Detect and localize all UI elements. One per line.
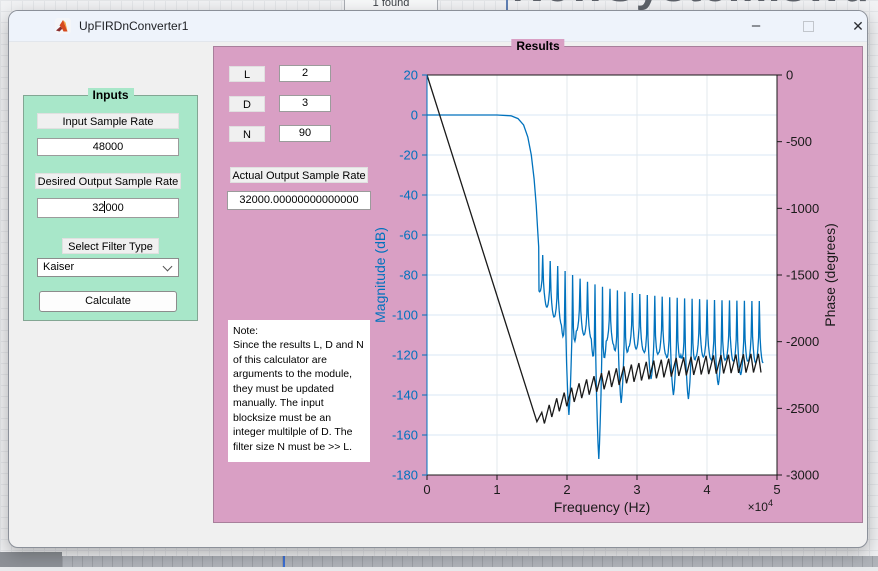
matlab-icon <box>55 18 71 34</box>
canvas-title-text: NewSystem.swd <box>512 0 870 10</box>
dosr-text-before-caret: 32 <box>92 202 104 214</box>
y-left-tick-label: -40 <box>399 188 418 203</box>
close-button[interactable]: ✕ <box>841 14 875 38</box>
title-bar[interactable]: UpFIRDnConverter1 – ✕ <box>9 11 867 42</box>
canvas-top-strip: 1 found NewSystem.swd <box>0 0 878 10</box>
y-left-tick-label: -140 <box>392 388 418 403</box>
canvas-bottom-strip <box>0 567 878 571</box>
input-sample-rate-field[interactable]: 48000 <box>37 138 179 156</box>
actual-output-sample-rate-field[interactable]: 32000.00000000000000 <box>227 191 371 210</box>
y-right-tick-label: 0 <box>786 68 793 83</box>
filter-type-dropdown[interactable]: Kaiser <box>37 258 179 277</box>
result-field-D[interactable]: 3 <box>279 95 331 112</box>
canvas-caret <box>506 0 508 10</box>
y-left-tick-label: -100 <box>392 308 418 323</box>
desired-output-sample-rate-label: Desired Output Sample Rate <box>35 173 181 189</box>
y-right-tick-label: -3000 <box>786 468 819 483</box>
y-left-tick-label: 20 <box>404 68 418 83</box>
canvas-bottom-block <box>0 552 62 568</box>
y-right-tick-label: -1000 <box>786 201 819 216</box>
y-left-tick-label: -120 <box>392 348 418 363</box>
desired-output-sample-rate-field[interactable]: 32000 <box>37 198 179 218</box>
y-left-tick-label: 0 <box>411 108 418 123</box>
filter-type-label: Select Filter Type <box>62 238 159 254</box>
x-axis-label: Frequency (Hz) <box>554 499 650 515</box>
maximize-button[interactable] <box>791 14 825 38</box>
y-left-axis-label: Magnitude (dB) <box>372 227 388 323</box>
minimize-button[interactable]: – <box>739 14 773 38</box>
y-right-tick-label: -1500 <box>786 268 819 283</box>
y-left-tick-label: -80 <box>399 268 418 283</box>
results-plot: 012345200-20-40-60-80-100-120-140-160-18… <box>427 75 777 475</box>
minimize-glyph: – <box>752 17 760 34</box>
y-left-tick-label: -180 <box>392 468 418 483</box>
x-tick-label: 2 <box>563 482 570 497</box>
note-text: Note: Since the results L, D and N of th… <box>228 320 370 462</box>
x-tick-label: 1 <box>493 482 500 497</box>
canvas-ruler-marker <box>283 556 285 567</box>
calculate-button[interactable]: Calculate <box>39 291 177 312</box>
x-tick-label: 4 <box>703 482 710 497</box>
result-label-L: L <box>229 66 265 82</box>
x-axis-multiplier: ×104 <box>748 498 773 514</box>
inputs-panel-title: Inputs <box>88 88 134 102</box>
result-label-N: N <box>229 126 265 142</box>
results-panel: Results L2D3N90 Actual Output Sample Rat… <box>213 46 863 523</box>
maximize-glyph <box>803 21 814 32</box>
chevron-down-icon <box>163 262 173 272</box>
x-tick-label: 5 <box>773 482 780 497</box>
actual-output-sample-rate-label: Actual Output Sample Rate <box>230 167 368 183</box>
x-tick-label: 3 <box>633 482 640 497</box>
y-right-axis-label: Phase (degrees) <box>822 223 838 327</box>
y-right-tick-label: -2000 <box>786 334 819 349</box>
result-field-L[interactable]: 2 <box>279 65 331 82</box>
dosr-text-after-caret: 000 <box>105 202 123 214</box>
result-field-N[interactable]: 90 <box>279 125 331 142</box>
canvas-ruler-bar <box>62 556 878 567</box>
y-left-tick-label: -20 <box>399 148 418 163</box>
y-left-tick-label: -160 <box>392 428 418 443</box>
app-window: UpFIRDnConverter1 – ✕ Inputs Input Sampl… <box>8 10 868 548</box>
found-count-text: 1 found <box>373 0 410 9</box>
close-glyph: ✕ <box>852 18 864 34</box>
filter-type-selected: Kaiser <box>43 261 74 273</box>
found-count-badge: 1 found <box>344 0 438 10</box>
y-right-tick-label: -2500 <box>786 401 819 416</box>
window-title: UpFIRDnConverter1 <box>79 19 188 33</box>
result-label-D: D <box>229 96 265 112</box>
input-sample-rate-label: Input Sample Rate <box>37 113 179 129</box>
y-left-tick-label: -60 <box>399 228 418 243</box>
y-right-tick-label: -500 <box>786 134 812 149</box>
x-tick-label: 0 <box>423 482 430 497</box>
inputs-panel: Inputs Input Sample Rate 48000 Desired O… <box>23 95 198 321</box>
results-panel-title: Results <box>511 39 564 53</box>
